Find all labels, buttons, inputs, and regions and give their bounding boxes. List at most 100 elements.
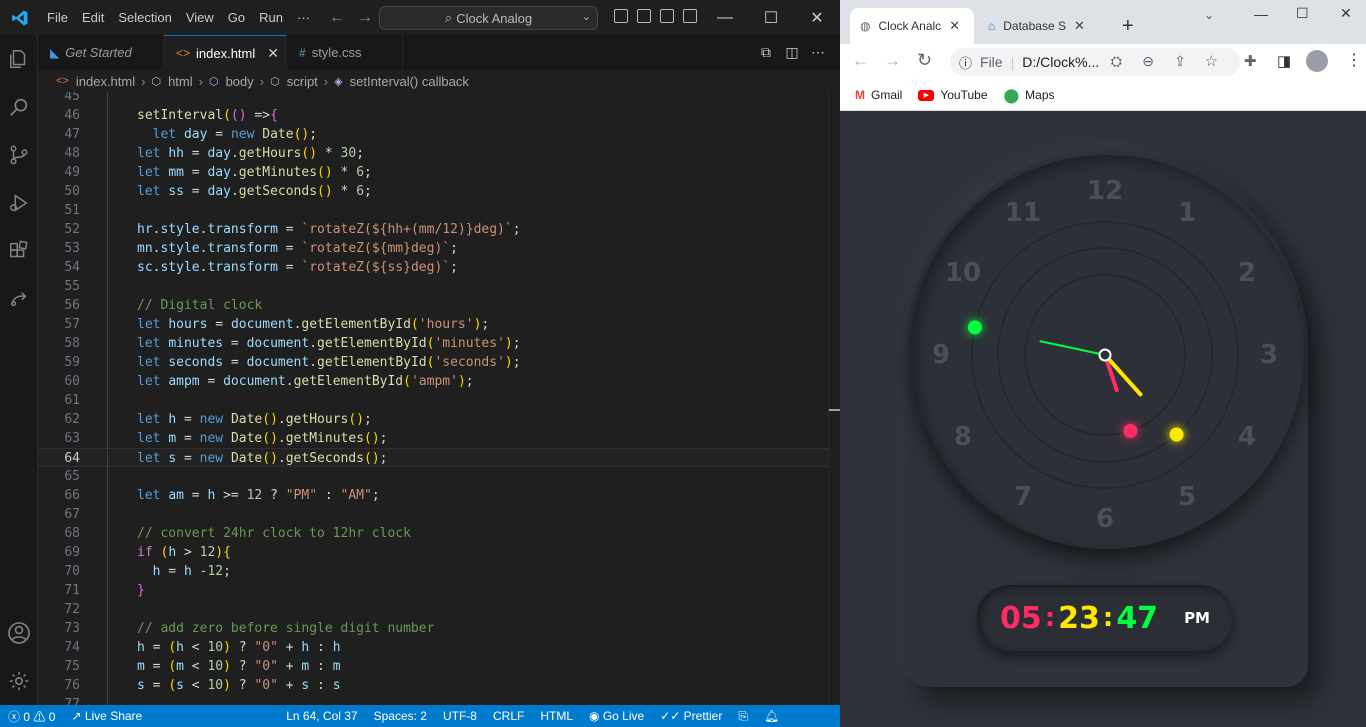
remote-explorer-icon[interactable] <box>3 283 35 315</box>
browser-tab-clock[interactable]: ◍ Clock Analc ✕ <box>850 8 974 44</box>
code-line[interactable]: 76 s = (s < 10) ? "0" + s : s <box>38 676 828 695</box>
zoom-icon[interactable]: ⊖ <box>1142 53 1154 70</box>
maximize-button[interactable]: ☐ <box>1296 5 1309 22</box>
bookmark-gmail[interactable]: M Gmail <box>855 88 902 102</box>
problems-indicator[interactable]: ⓧ 0 ⚠ 0 <box>0 708 63 725</box>
translate-icon[interactable]: ⛭ <box>1111 53 1122 70</box>
bookmark-star-icon[interactable]: ☆ <box>1205 52 1218 70</box>
extensions-icon[interactable] <box>3 235 35 267</box>
extensions-puzzle-icon[interactable]: ✚ <box>1244 52 1257 70</box>
code-line[interactable]: 61 <box>38 391 828 410</box>
language-mode[interactable]: HTML <box>532 709 581 723</box>
share-icon[interactable]: ⇪ <box>1174 53 1186 70</box>
code-line[interactable]: 73 // add zero before single digit number <box>38 619 828 638</box>
breadcrumb-script[interactable]: script <box>287 74 318 89</box>
toggle-secondary-sidebar-icon[interactable] <box>660 9 674 23</box>
code-line[interactable]: 62 let h = new Date().getHours(); <box>38 410 828 429</box>
breadcrumb-file[interactable]: index.html <box>76 74 135 89</box>
line-endings[interactable]: CRLF <box>485 709 532 723</box>
code-editor[interactable]: 45 46 setInterval(() =>{47 let day = new D… <box>38 92 828 705</box>
code-line[interactable]: 63 let m = new Date().getMinutes(); <box>38 429 828 448</box>
reload-icon[interactable]: ↻ <box>917 50 932 71</box>
code-line[interactable]: 56 // Digital clock <box>38 296 828 315</box>
back-arrow-icon[interactable]: ← <box>323 9 351 27</box>
tab-get-started[interactable]: ◣ Get Started <box>38 35 164 70</box>
notifications-bell-icon[interactable]: 🔔︎ <box>756 709 787 723</box>
breadcrumb-callback[interactable]: setInterval() callback <box>350 74 469 89</box>
code-line[interactable]: 53 mn.style.transform = `rotateZ(${mm}deg… <box>38 239 828 258</box>
menu-run[interactable]: Run <box>252 0 290 35</box>
editor-scrollbar[interactable] <box>828 92 841 705</box>
customize-layout-icon[interactable] <box>683 9 697 23</box>
code-line[interactable]: 67 <box>38 505 828 524</box>
code-line[interactable]: 72 <box>38 600 828 619</box>
code-line[interactable]: 49 let mm = day.getMinutes() * 6; <box>38 163 828 182</box>
indentation[interactable]: Spaces: 2 <box>366 709 435 723</box>
command-center[interactable]: ⌕ Clock Analog ⌄ <box>379 6 598 30</box>
toggle-sidebar-icon[interactable] <box>614 9 628 23</box>
forward-arrow-icon[interactable]: → <box>351 9 379 27</box>
run-debug-icon[interactable] <box>3 187 35 219</box>
code-line[interactable]: 66 let am = h >= 12 ? "PM" : "AM"; <box>38 486 828 505</box>
bookmark-youtube[interactable]: ▶ YouTube <box>918 88 988 102</box>
code-line[interactable]: 57 let hours = document.getElementById('h… <box>38 315 828 334</box>
code-line[interactable]: 71} <box>38 581 828 600</box>
toggle-panel-icon[interactable] <box>637 9 651 23</box>
browser-tab-database[interactable]: ⌂ Database S ✕ <box>978 8 1106 44</box>
bookmark-maps[interactable]: ⬤ Maps <box>1004 87 1055 104</box>
code-line[interactable]: 70 h = h -12; <box>38 562 828 581</box>
code-line[interactable]: 54 sc.style.transform = `rotateZ(${ss}deg… <box>38 258 828 277</box>
menu-file[interactable]: File <box>40 0 75 35</box>
accounts-icon[interactable] <box>3 617 35 649</box>
code-line[interactable]: 52 hr.style.transform = `rotateZ(${hh+(mm… <box>38 220 828 239</box>
chevron-down-icon[interactable]: ⌄ <box>582 10 591 23</box>
tab-style-css[interactable]: # style.css <box>287 35 403 70</box>
menu-go[interactable]: Go <box>221 0 252 35</box>
go-live-button[interactable]: ◉ Go Live <box>581 709 652 723</box>
code-line[interactable]: 69 if (h > 12){ <box>38 543 828 562</box>
address-bar[interactable]: ⓘ File | D:/Clock%... ⛭ ⊖ ⇪ ☆ <box>950 48 1240 76</box>
feedback-icon[interactable]: ⎘ <box>730 709 756 724</box>
code-line[interactable]: 60 let ampm = document.getElementById('am… <box>38 372 828 391</box>
side-panel-icon[interactable]: ◨ <box>1277 52 1291 70</box>
menu-view[interactable]: View <box>179 0 221 35</box>
encoding[interactable]: UTF-8 <box>435 709 485 723</box>
code-line[interactable]: 58 let minutes = document.getElementById(… <box>38 334 828 353</box>
code-line[interactable]: 68 // convert 24hr clock to 12hr clock <box>38 524 828 543</box>
menu-selection[interactable]: Selection <box>111 0 178 35</box>
code-line[interactable]: 46 setInterval(() =>{ <box>38 106 828 125</box>
breadcrumb-body[interactable]: body <box>226 74 254 89</box>
maximize-button[interactable]: ☐ <box>748 0 794 35</box>
minimize-button[interactable]: — <box>1254 6 1268 22</box>
close-tab-icon[interactable]: ✕ <box>949 18 960 34</box>
code-line[interactable]: 55 <box>38 277 828 296</box>
more-actions-icon[interactable]: ⋯ <box>810 44 826 60</box>
code-line[interactable]: 59 let seconds = document.getElementById(… <box>38 353 828 372</box>
back-icon[interactable]: ← <box>852 51 869 71</box>
open-preview-icon[interactable]: ⧉ <box>758 44 774 60</box>
search-icon[interactable] <box>3 91 35 123</box>
source-control-icon[interactable] <box>3 139 35 171</box>
split-editor-icon[interactable]: ◫ <box>784 44 800 60</box>
code-line[interactable]: 47 let day = new Date(); <box>38 125 828 144</box>
close-tab-icon[interactable]: ✕ <box>1074 18 1085 34</box>
code-line[interactable]: 74 h = (h < 10) ? "0" + h : h <box>38 638 828 657</box>
code-line[interactable]: 48 let hh = day.getHours() * 30; <box>38 144 828 163</box>
prettier-button[interactable]: ✓✓ Prettier <box>652 709 730 723</box>
tab-search-chevron-icon[interactable]: ⌄ <box>1204 8 1214 22</box>
profile-avatar[interactable] <box>1306 50 1328 72</box>
breadcrumb-html[interactable]: html <box>168 74 193 89</box>
cursor-position[interactable]: Ln 64, Col 37 <box>278 709 365 723</box>
close-button[interactable]: ✕ <box>794 0 840 35</box>
code-line[interactable]: 77 <box>38 695 828 705</box>
live-share-button[interactable]: ↗ Live Share <box>63 709 150 723</box>
code-line[interactable]: 50 let ss = day.getSeconds() * 6; <box>38 182 828 201</box>
code-line[interactable]: 51 <box>38 201 828 220</box>
code-line[interactable]: 45 <box>38 92 828 106</box>
forward-icon[interactable]: → <box>884 51 901 71</box>
kebab-menu-icon[interactable]: ⋮ <box>1346 50 1362 70</box>
code-line[interactable]: 65 <box>38 467 828 486</box>
code-line[interactable]: 64 let s = new Date().getSeconds(); <box>38 448 828 467</box>
close-button[interactable]: ✕ <box>1340 5 1352 22</box>
code-line[interactable]: 75 m = (m < 10) ? "0" + m : m <box>38 657 828 676</box>
